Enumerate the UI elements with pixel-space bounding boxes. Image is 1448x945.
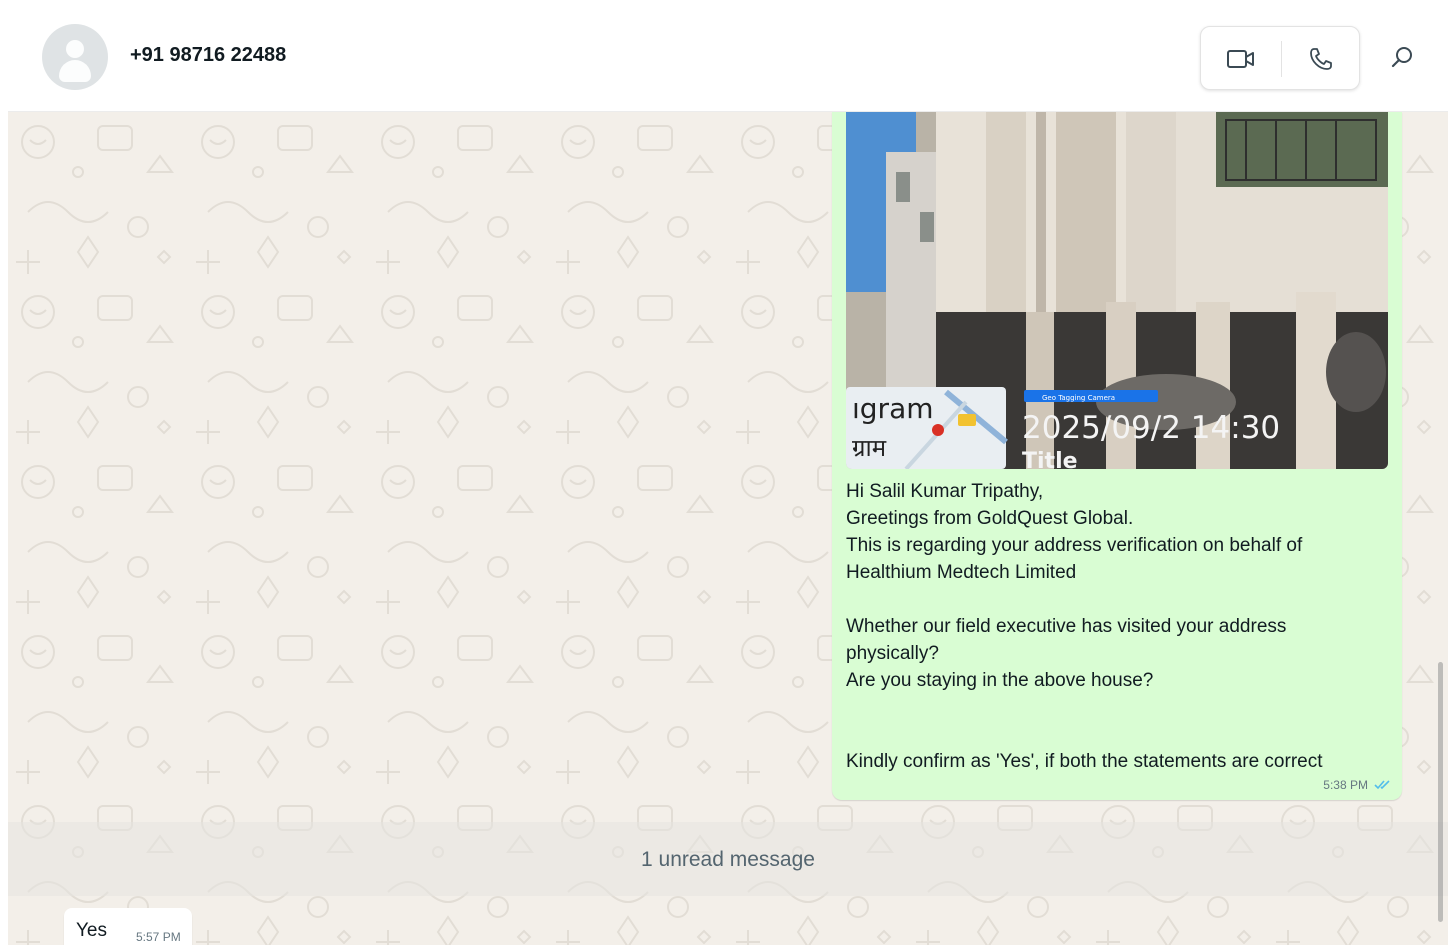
- chat-header: +91 98716 22488: [8, 0, 1448, 112]
- message-line: This is regarding your address verificat…: [846, 535, 1308, 583]
- message-line: Whether our field executive has visited …: [846, 616, 1292, 664]
- unread-messages-label: 1 unread message: [641, 848, 815, 871]
- message-photo[interactable]: ıgram ग्राम Geo Tagging Camera 2025/09/2…: [846, 112, 1388, 469]
- photo-overlay-title: Title: [1022, 449, 1078, 469]
- contact-name[interactable]: +91 98716 22488: [130, 44, 286, 67]
- message-timestamp: 5:57 PM: [136, 930, 181, 944]
- voice-call-icon: [1310, 48, 1332, 70]
- photo-overlay-place-hindi: ग्राम: [852, 434, 887, 462]
- outgoing-message-meta: 5:38 PM: [1323, 778, 1392, 792]
- message-line: Kindly confirm as 'Yes', if both the sta…: [846, 751, 1323, 772]
- outgoing-message-text: Hi Salil Kumar Tripathy, Greetings from …: [846, 478, 1376, 775]
- search-button[interactable]: [1380, 36, 1424, 80]
- incoming-message-text: Yes: [76, 920, 107, 941]
- chat-message-area[interactable]: ıgram ग्राम Geo Tagging Camera 2025/09/2…: [8, 112, 1448, 945]
- photo-overlay-place: ıgram: [852, 392, 934, 425]
- message-line: [846, 694, 1376, 721]
- search-icon: [1391, 47, 1412, 68]
- chat-scrollbar[interactable]: [1438, 662, 1443, 922]
- whatsapp-chat-window: +91 98716 22488 ıgram ग्राम Geo Tagging …: [0, 0, 1448, 945]
- photo-overlay-datetime: 2025/09/2 14:30: [1022, 410, 1280, 446]
- message-timestamp: 5:38 PM: [1323, 778, 1368, 792]
- incoming-message-bubble[interactable]: Yes 5:57 PM: [64, 908, 192, 945]
- voice-call-button[interactable]: [1299, 37, 1343, 81]
- call-group-divider: [1281, 41, 1282, 77]
- video-call-icon: [1227, 50, 1254, 68]
- message-line: Greetings from GoldQuest Global.: [846, 508, 1134, 529]
- call-buttons-group: [1200, 26, 1360, 90]
- avatar-head-shape: [66, 40, 84, 58]
- message-line: Hi Salil Kumar Tripathy,: [846, 481, 1044, 502]
- message-line: [846, 721, 1376, 748]
- avatar-body-shape: [59, 60, 91, 82]
- outgoing-message-bubble[interactable]: ıgram ग्राम Geo Tagging Camera 2025/09/2…: [832, 112, 1402, 800]
- read-receipt-icon: [1374, 780, 1390, 790]
- message-line: [846, 586, 1376, 613]
- contact-avatar[interactable]: [42, 24, 108, 90]
- message-line: Are you staying in the above house?: [846, 670, 1154, 691]
- unread-messages-divider: 1 unread message: [8, 822, 1448, 896]
- video-call-button[interactable]: [1219, 37, 1263, 81]
- building-photo-image: ıgram ग्राम Geo Tagging Camera 2025/09/2…: [846, 112, 1388, 469]
- photo-overlay-badge: Geo Tagging Camera: [1042, 394, 1115, 402]
